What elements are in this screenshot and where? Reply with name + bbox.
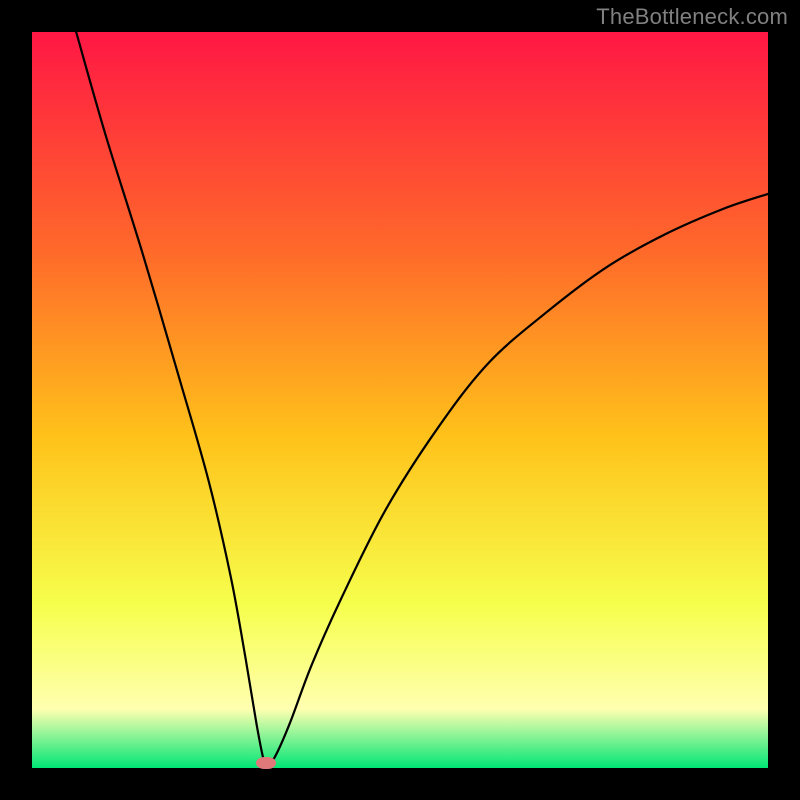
optimal-point-marker [256, 757, 276, 769]
gradient-background [32, 32, 768, 768]
watermark-text: TheBottleneck.com [596, 4, 788, 30]
chart-frame [32, 32, 768, 768]
bottleneck-chart [32, 32, 768, 768]
